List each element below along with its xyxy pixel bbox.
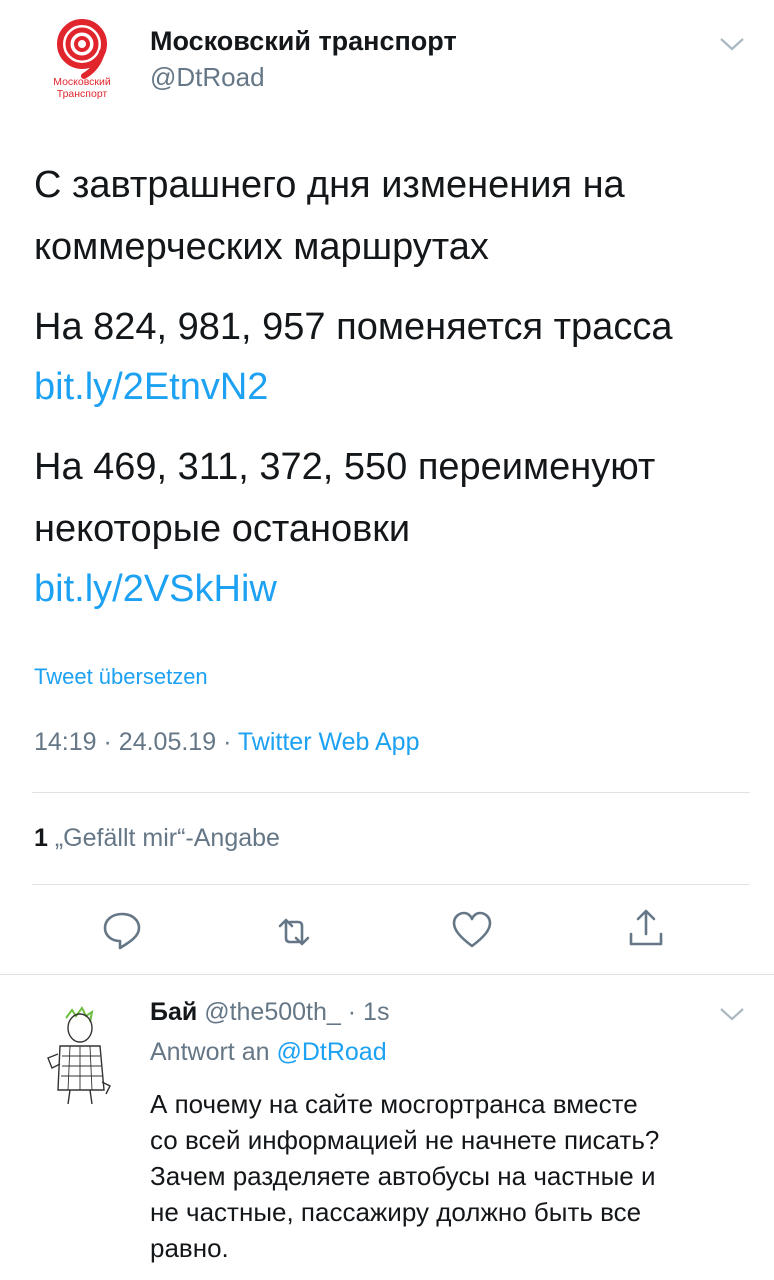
reply-text-line: не частные, пассажиру должно быть все — [150, 1197, 642, 1227]
meta-separator: · — [103, 728, 119, 756]
divider — [32, 884, 750, 885]
reply-author-handle[interactable]: @the500th_ — [204, 998, 341, 1026]
reply-to-line: Antwort an @DtRoad — [150, 1038, 387, 1067]
reply-prefix: Antwort an — [150, 1038, 270, 1066]
moscow-transport-logo: Московский Транспорт — [53, 19, 111, 100]
likes-label: „Gefällt mir“-Angabe — [54, 824, 280, 852]
reply-text-line: со всей информацией не начнете писать? — [150, 1125, 660, 1155]
tweet-source-app[interactable]: Twitter Web App — [238, 728, 420, 756]
reply-icon[interactable] — [100, 908, 144, 952]
chevron-down-icon[interactable] — [718, 34, 746, 54]
meta-separator: · — [223, 728, 238, 756]
tweet-link[interactable]: bit.ly/2VSkHiw — [34, 564, 277, 614]
retweet-icon[interactable] — [272, 910, 316, 954]
logo-text-1: Московский — [53, 76, 111, 88]
tweet-date: 24.05.19 — [118, 728, 217, 756]
reply-mention[interactable]: @DtRoad — [276, 1038, 386, 1066]
author-handle[interactable]: @DtRoad — [150, 62, 265, 93]
author-name[interactable]: Московский транспорт — [150, 26, 457, 57]
tweet-meta: 14:19 · 24.05.19 · Twitter Web App — [34, 728, 419, 757]
reply-text-line: равно. — [150, 1233, 229, 1263]
meta-separator: · — [347, 998, 364, 1026]
translate-tweet-link[interactable]: Tweet übersetzen — [34, 664, 208, 690]
tweet-time: 14:19 — [34, 728, 97, 756]
share-icon[interactable] — [624, 906, 668, 950]
tweet-link[interactable]: bit.ly/2EtnvN2 — [34, 362, 268, 412]
chevron-down-icon[interactable] — [718, 1004, 746, 1024]
likes-summary[interactable]: 1 „Gefällt mir“-Angabe — [34, 824, 280, 853]
divider — [32, 792, 750, 793]
divider — [0, 974, 774, 975]
tweet-text-line: На 824, 981, 957 поменяется трасса — [34, 306, 673, 348]
author-avatar[interactable]: Московский Транспорт — [36, 16, 136, 116]
tweet-text-line: некоторые остановки — [34, 508, 411, 550]
reply-text-line: А почему на сайте мосгортранса вместе — [150, 1089, 638, 1119]
reply-time: 1s — [363, 998, 390, 1026]
tweet-text-line: коммерческих маршрутах — [34, 226, 489, 268]
tweet-text-line: С завтрашнего дня изменения на — [34, 164, 625, 206]
reply-author-avatar[interactable] — [46, 1006, 114, 1106]
reply-author-name[interactable]: Бай — [150, 998, 197, 1026]
logo-text-2: Транспорт — [57, 88, 108, 100]
likes-count: 1 — [34, 824, 48, 852]
like-icon[interactable] — [450, 908, 494, 952]
tweet-text-line: На 469, 311, 372, 550 переименуют — [34, 446, 656, 488]
reply-text-line: Зачем разделяете автобусы на частные и — [150, 1161, 656, 1191]
reply-header: Бай @the500th_ · 1s — [150, 998, 389, 1027]
